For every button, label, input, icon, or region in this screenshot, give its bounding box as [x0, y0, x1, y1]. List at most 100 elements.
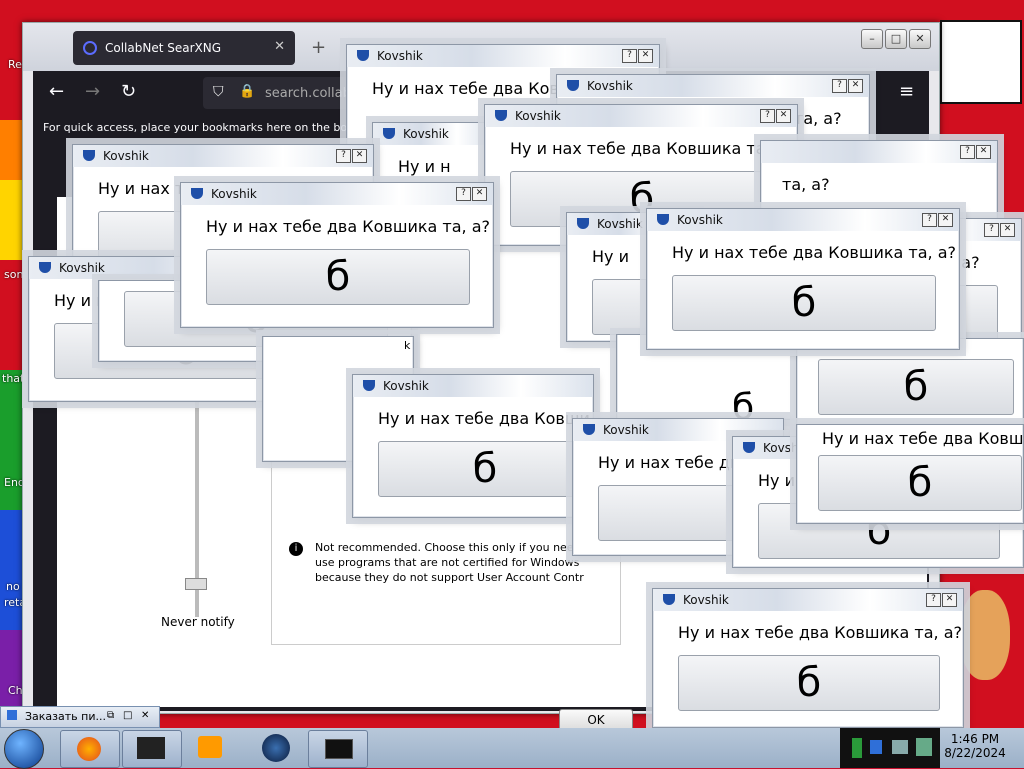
help-button[interactable]: ?	[760, 109, 775, 123]
dialog-title: Kovshik	[211, 187, 257, 201]
desktop-image	[940, 20, 1022, 104]
answer-text: б	[732, 387, 755, 420]
battery-icon[interactable]	[852, 738, 862, 758]
dialog-title: Kovshik	[603, 423, 649, 437]
help-button[interactable]: ?	[832, 79, 847, 93]
media-player-icon[interactable]	[198, 736, 222, 758]
dialog-titlebar[interactable]: Kovshik? ✕	[647, 209, 959, 231]
kovsh-icon	[567, 80, 579, 91]
kovshik-dialog: Kovshik Ну и нах тебе два Ковши б	[352, 374, 594, 518]
volume-icon[interactable]	[916, 738, 932, 756]
menu-icon[interactable]: ≡	[899, 81, 914, 102]
system-tray	[840, 728, 940, 768]
dialog-title: Kovshik	[59, 261, 105, 275]
dialog-titlebar[interactable]: Kovshik? ✕	[557, 75, 869, 97]
dialog-titlebar[interactable]: Kovshik? ✕	[485, 105, 797, 127]
answer-button[interactable]: б	[678, 655, 940, 711]
tab-title: CollabNet SearXNG	[105, 41, 222, 55]
close-dialog-button[interactable]: ✕	[472, 187, 487, 201]
uac-warning-text: Not recommended. Choose this only if you…	[315, 541, 584, 584]
maximize-button[interactable]: □	[885, 29, 907, 49]
taskbar-monitor[interactable]	[308, 730, 368, 768]
dialog-title: Kovshik	[677, 213, 723, 227]
dialog-titlebar[interactable]: Kovshik? ✕	[347, 45, 659, 67]
dialog-titlebar[interactable]: Kovshik? ✕	[73, 145, 373, 167]
folder-icon	[137, 737, 165, 759]
dialog-question: Ну и нах тебе два Ковшика та, а?	[672, 243, 956, 262]
answer-button[interactable]: б	[818, 455, 1022, 511]
minimized-window[interactable]: Заказать пи... ⧉ □ ✕	[0, 706, 160, 728]
back-icon[interactable]: ←	[49, 81, 64, 102]
dialog-titlebar[interactable]: Kovshik	[373, 123, 493, 145]
reload-icon[interactable]: ↻	[121, 81, 136, 102]
desktop-icon-label[interactable]: son	[4, 268, 23, 281]
tab-searxng[interactable]: CollabNet SearXNG ✕	[73, 31, 295, 65]
answer-button[interactable]: б	[672, 275, 936, 331]
tab-close-icon[interactable]: ✕	[274, 39, 285, 54]
rainbow-stripe	[0, 370, 24, 510]
close-icon[interactable]: ✕	[141, 710, 149, 721]
kovsh-icon	[495, 110, 507, 121]
dialog-titlebar[interactable]: Kovshik? ✕	[653, 589, 963, 611]
start-button[interactable]	[4, 729, 44, 769]
clock[interactable]: 1:46 PM 8/22/2024	[944, 732, 1006, 760]
kovshik-dialog: Ну и нах тебе два Ковшика б	[796, 424, 1024, 524]
forward-icon[interactable]: →	[85, 81, 100, 102]
help-button[interactable]: ?	[960, 145, 975, 159]
dialog-body: Ну и нах тебе два Ковши б	[354, 397, 592, 516]
lock-icon[interactable]: 🔒	[239, 84, 255, 99]
uac-slider-thumb[interactable]	[185, 578, 207, 590]
close-dialog-button[interactable]: ✕	[776, 109, 791, 123]
minimize-button[interactable]: –	[861, 29, 883, 49]
taskbar-explorer[interactable]	[122, 730, 182, 768]
help-button[interactable]: ?	[456, 187, 471, 201]
answer-button[interactable]: б	[206, 249, 470, 305]
desktop-icon-label[interactable]: no	[6, 580, 20, 593]
close-dialog-button[interactable]: ✕	[976, 145, 991, 159]
desktop-icon-label[interactable]: Re	[8, 58, 22, 71]
kovsh-icon	[363, 380, 375, 391]
close-window-button[interactable]: ✕	[909, 29, 931, 49]
answer-button[interactable]: б	[818, 359, 1014, 415]
dialog-titlebar[interactable]: Kovshik	[353, 375, 593, 397]
shield-icon[interactable]	[870, 740, 882, 754]
help-button[interactable]: ?	[336, 149, 351, 163]
close-dialog-button[interactable]: ✕	[938, 213, 953, 227]
kovsh-icon	[39, 262, 51, 273]
dialog-titlebar[interactable]: ? ✕	[761, 141, 997, 163]
network-icon[interactable]	[892, 740, 908, 754]
clock-time: 1:46 PM	[950, 732, 1000, 746]
help-button[interactable]: ?	[922, 213, 937, 227]
bookmarks-hint: For quick access, place your bookmarks h…	[43, 121, 361, 134]
close-dialog-button[interactable]: ✕	[942, 593, 957, 607]
kovsh-icon	[583, 424, 595, 435]
taskbar-firefox[interactable]	[60, 730, 120, 768]
maximize-icon[interactable]: □	[123, 710, 132, 721]
dialog-title: Kovshik	[515, 109, 561, 123]
clock-date: 8/22/2024	[944, 746, 1006, 760]
globe-icon[interactable]	[262, 734, 290, 762]
rainbow-stripe	[0, 630, 24, 710]
help-button[interactable]: ?	[984, 223, 999, 237]
help-button[interactable]: ?	[622, 49, 637, 63]
close-dialog-button[interactable]: ✕	[352, 149, 367, 163]
rainbow-stripe	[0, 180, 24, 260]
desktop-icon-label[interactable]: that	[2, 372, 24, 385]
close-dialog-button[interactable]: ✕	[1000, 223, 1015, 237]
shield-icon[interactable]: ⛉	[213, 84, 224, 100]
close-dialog-button[interactable]: ✕	[638, 49, 653, 63]
dialog-title: Kovshik	[377, 49, 423, 63]
kovshik-dialog: Kovshik?✕ Ну и нах тебе два Ковшика та, …	[652, 588, 964, 728]
kovsh-icon	[577, 218, 589, 229]
dialog-question: Ну и нах тебе два Ковшика та, а?	[678, 623, 962, 642]
dialog-title: Kovshik	[403, 127, 449, 141]
close-dialog-button[interactable]: ✕	[848, 79, 863, 93]
dialog-body: Ну и нах тебе два Ковшика та, а? б	[182, 205, 492, 326]
new-tab-button[interactable]: +	[311, 37, 326, 58]
dialog-titlebar[interactable]: Kovshik? ✕	[181, 183, 493, 205]
hamster-image	[960, 590, 1010, 680]
answer-button[interactable]: б	[378, 441, 592, 497]
help-button[interactable]: ?	[926, 593, 941, 607]
restore-icon[interactable]: ⧉	[107, 710, 114, 721]
firefox-icon	[77, 737, 101, 761]
